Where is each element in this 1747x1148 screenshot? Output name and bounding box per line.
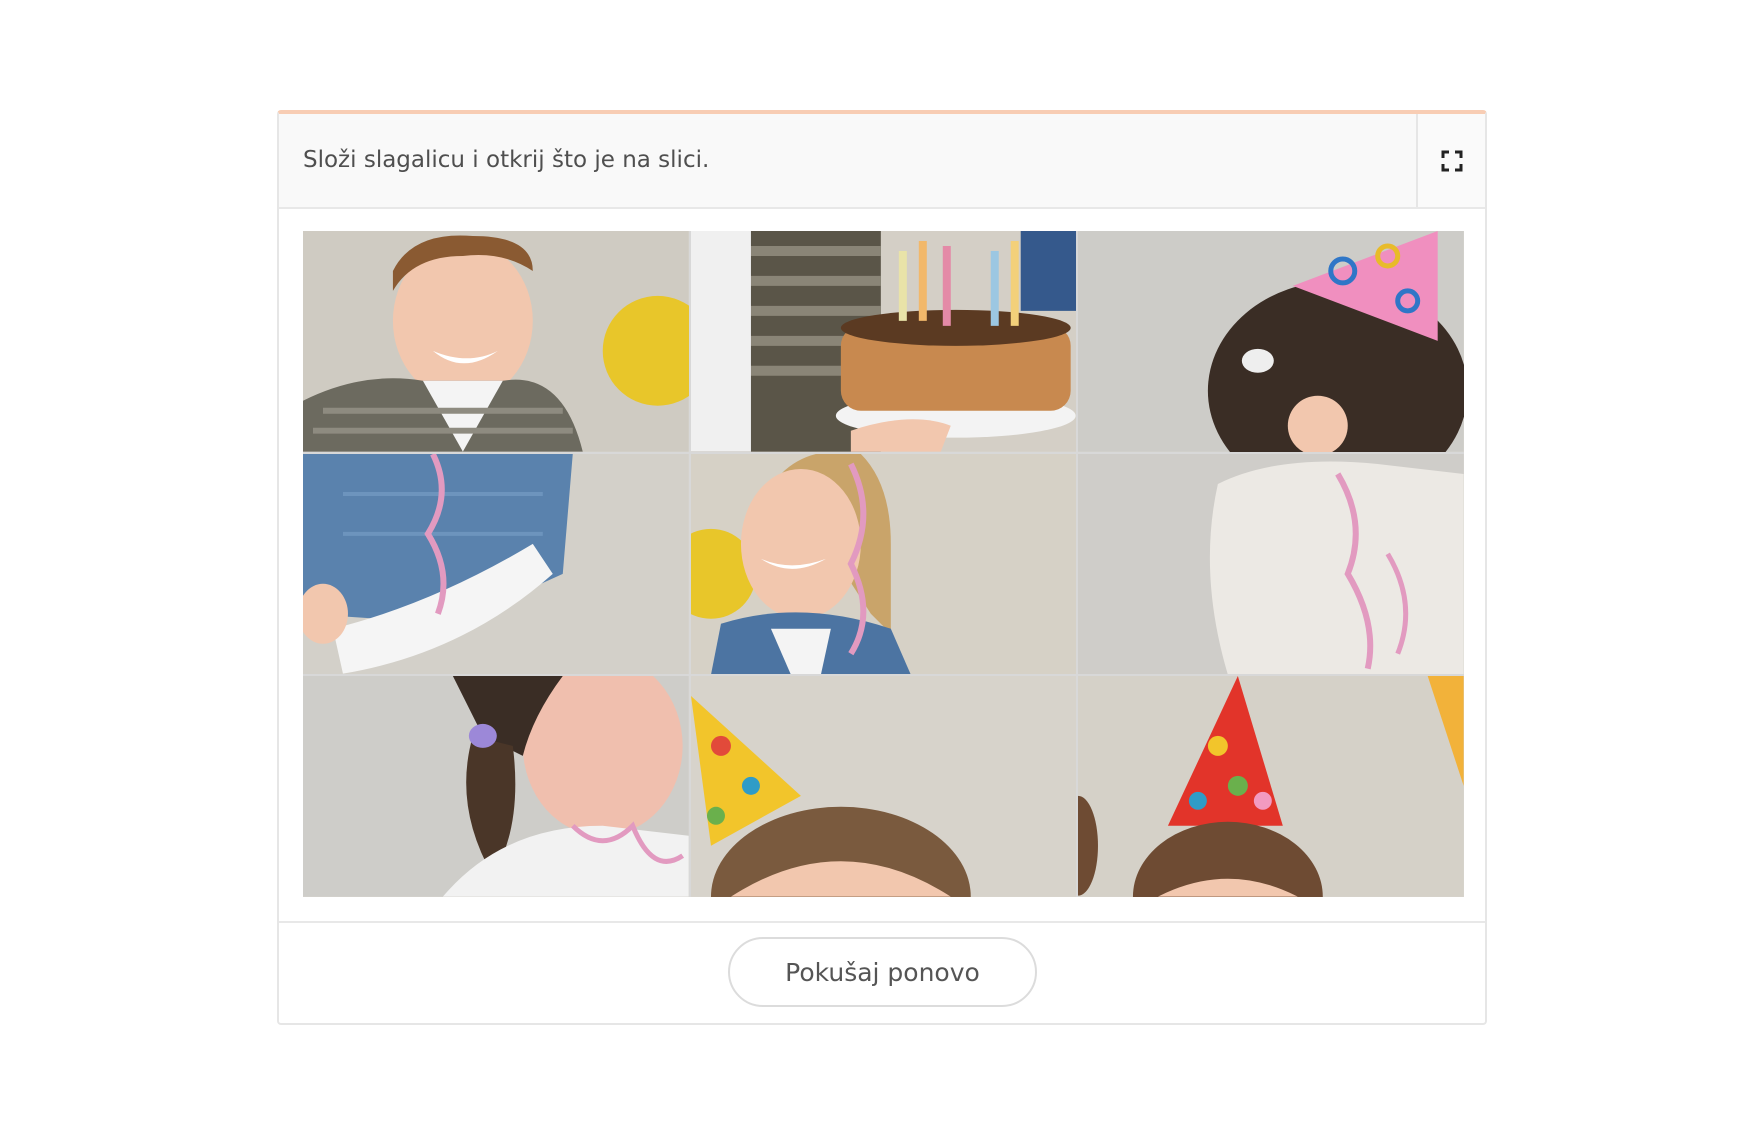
red-party-hat-image [1078, 676, 1464, 897]
task-header: Složi slagalicu i otkrij što je na slici… [279, 114, 1485, 209]
girl-pigtail-image [303, 676, 689, 897]
denim-vest-arm-image [303, 453, 689, 675]
card-footer: Pokušaj ponovo [279, 921, 1485, 1023]
puzzle-tile-6[interactable] [1078, 453, 1464, 675]
girl-pink-party-hat-image [1078, 231, 1464, 452]
puzzle-tile-9[interactable] [1078, 676, 1464, 897]
puzzle-card: Složi slagalicu i otkrij što je na slici… [277, 110, 1487, 1025]
fullscreen-icon [1441, 150, 1462, 171]
fullscreen-button[interactable] [1416, 114, 1485, 207]
puzzle-tile-3[interactable] [1078, 231, 1464, 452]
puzzle-tile-4[interactable] [303, 453, 689, 675]
puzzle-grid [303, 231, 1464, 897]
task-instruction: Složi slagalicu i otkrij što je na slici… [303, 147, 710, 173]
birthday-cake-image [690, 231, 1077, 452]
retry-button[interactable]: Pokušaj ponovo [728, 937, 1037, 1007]
puzzle-tile-5[interactable] [690, 453, 1077, 675]
puzzle-tile-8[interactable] [690, 676, 1077, 897]
girl-smiling-image [690, 453, 1077, 675]
puzzle-tile-2[interactable] [690, 231, 1077, 452]
puzzle-tile-7[interactable] [303, 676, 689, 897]
puzzle-tile-1[interactable] [303, 231, 689, 452]
white-dress-ribbon-image [1078, 453, 1464, 675]
yellow-party-hat-image [690, 676, 1077, 897]
boy-smiling-image [303, 231, 689, 452]
